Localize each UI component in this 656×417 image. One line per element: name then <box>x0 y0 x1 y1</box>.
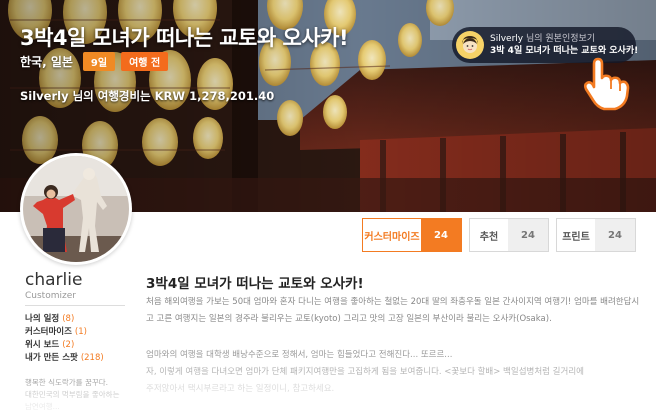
trip-days-badge: 9일 <box>82 52 116 71</box>
recommend-count: 24 <box>508 219 548 251</box>
itinerary-description: 처음 해외여행을 가보는 50대 엄마와 혼자 다니는 여행을 좋아하는 철없는… <box>146 297 640 324</box>
profile-links: 나의 일정 (8) 커스터마이즈 (1) 위시 보드 (2) 내가 만든 스팟 … <box>25 313 104 365</box>
trip-title: 3박4일 모녀가 떠나는 교토와 오사카! <box>20 26 349 50</box>
profile-link-my-spots[interactable]: 내가 만든 스팟 (218) <box>25 352 104 365</box>
customize-button[interactable]: 커스터마이즈 24 <box>362 218 462 252</box>
recommend-label: 추천 <box>479 231 499 243</box>
print-count: 24 <box>595 219 635 251</box>
user-avatar[interactable] <box>20 153 132 265</box>
pointing-hand-icon <box>583 57 630 111</box>
customize-count: 24 <box>421 219 461 251</box>
author-suffix: 님의 원본인정보기 <box>525 34 596 44</box>
itinerary-description-continued: 엄마와의 여행을 대학생 배낭수준으로 정해서, 엄마는 힘들었다고 전해진다.… <box>146 350 584 394</box>
profile-link-my-schedule[interactable]: 나의 일정 (8) <box>25 313 104 326</box>
profile-link-wish-board[interactable]: 위시 보드 (2) <box>25 339 104 352</box>
author-name: Silverly <box>490 34 524 44</box>
author-avatar-icon <box>456 31 484 59</box>
customize-label: 커스터마이즈 <box>364 231 420 243</box>
trip-meta-row: 한국, 일본 9일 여행 전 <box>20 52 169 71</box>
profile-divider <box>25 305 125 306</box>
itinerary-title: 3박4일 모녀가 떠나는 교토와 오사카! <box>146 276 364 292</box>
avatar-photo <box>23 156 129 262</box>
trip-status-badge: 여행 전 <box>121 52 169 71</box>
print-button[interactable]: 프린트 24 <box>556 218 636 252</box>
print-label: 프린트 <box>562 231 590 243</box>
profile-bio: 행복한 식도락가를 꿈꾸다. 대한민국의 먹부림을 좋아하는 남연여행... <box>25 378 120 411</box>
profile-link-customize[interactable]: 커스터마이즈 (1) <box>25 326 104 339</box>
trip-cost: Silverly 님의 여행경비는 KRW 1,278,201.40 <box>20 89 275 103</box>
trip-location: 한국, 일본 <box>20 55 73 69</box>
profile-username[interactable]: charlie <box>25 270 82 290</box>
recommend-button[interactable]: 추천 24 <box>469 218 549 252</box>
profile-role: Customizer <box>25 291 76 301</box>
